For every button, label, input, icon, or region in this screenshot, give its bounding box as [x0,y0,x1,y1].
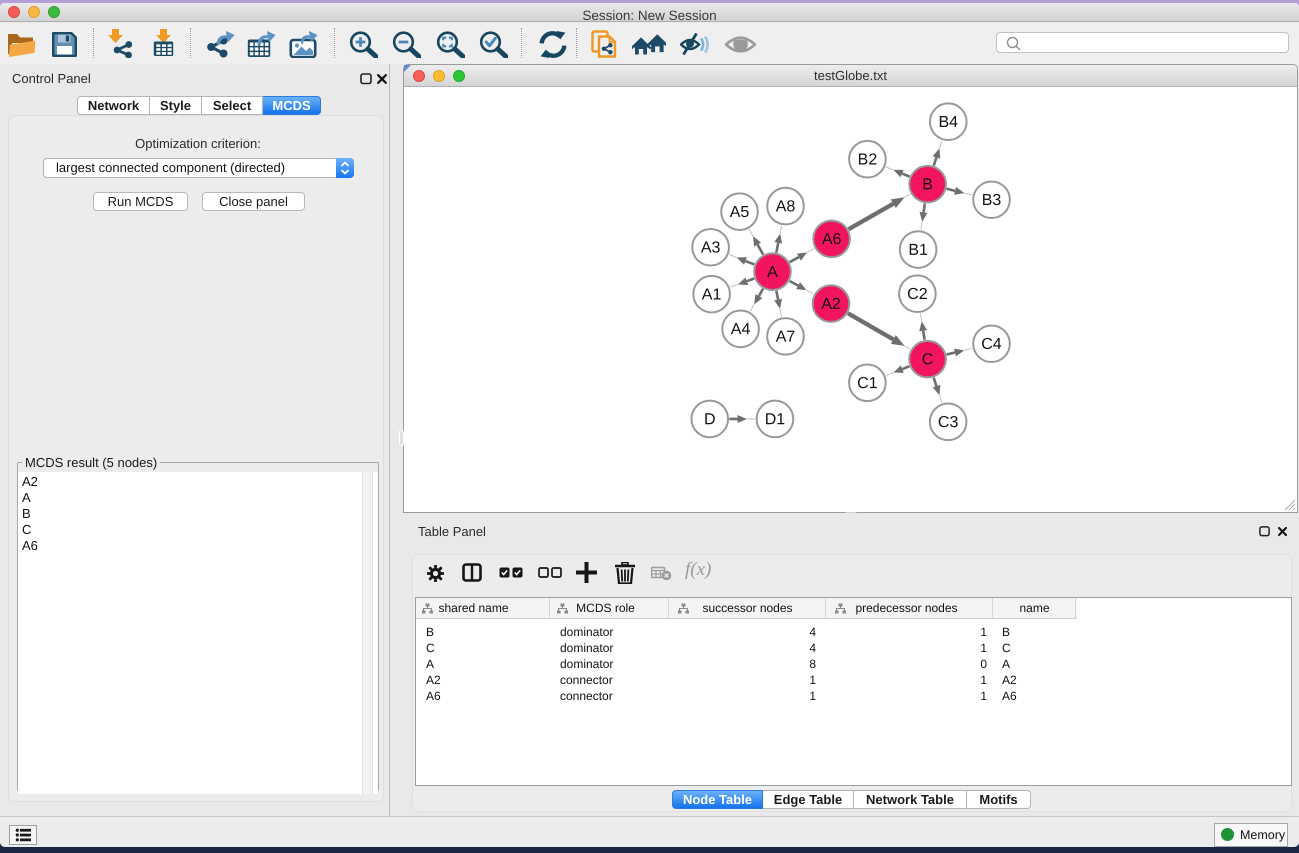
svg-text:C3: C3 [938,414,959,431]
svg-text:A6: A6 [822,231,842,248]
svg-text:B2: B2 [858,152,878,169]
svg-text:A8: A8 [776,198,796,215]
svg-text:C4: C4 [981,336,1002,353]
svg-text:A4: A4 [731,321,751,338]
svg-text:A: A [767,264,778,281]
svg-text:C1: C1 [857,375,878,392]
svg-text:B: B [922,176,933,193]
svg-text:A1: A1 [702,286,722,303]
svg-text:B3: B3 [982,192,1002,209]
svg-text:D1: D1 [765,411,786,428]
svg-text:B4: B4 [938,114,958,131]
svg-text:A2: A2 [821,296,841,313]
svg-text:D: D [704,411,716,428]
svg-text:A3: A3 [701,240,721,257]
svg-text:B1: B1 [908,242,928,259]
svg-text:C: C [922,351,934,368]
svg-text:A7: A7 [776,329,796,346]
svg-text:C2: C2 [907,286,928,303]
svg-text:A5: A5 [730,204,750,221]
